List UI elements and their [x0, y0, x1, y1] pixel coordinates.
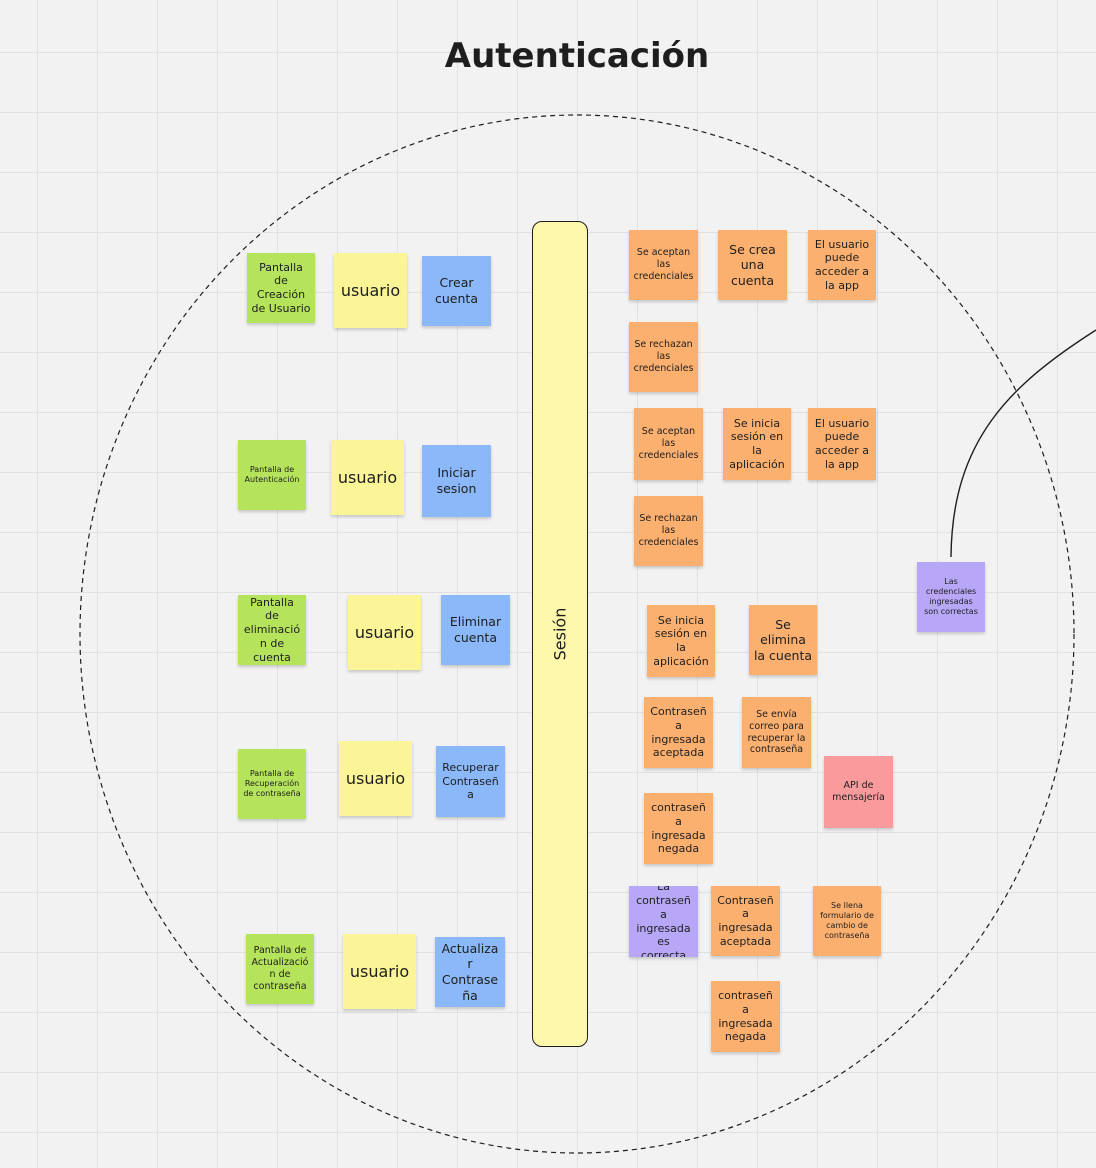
sticky-event-password-denied-1[interactable]: contraseña ingresada negada: [644, 793, 713, 864]
sticky-screen-update-password[interactable]: Pantalla de Actualización de contraseña: [246, 934, 314, 1004]
sticky-event-account-created[interactable]: Se crea una cuenta: [718, 230, 787, 300]
sticky-rule-credentials-correct[interactable]: Las credenciales ingresadas son correcta…: [917, 562, 985, 632]
sticky-event-recovery-email-sent[interactable]: Se envía correo para recuperar la contra…: [742, 697, 811, 768]
sticky-event-account-deleted[interactable]: Se elimina la cuenta: [749, 605, 817, 675]
sticky-user-1[interactable]: usuario: [334, 253, 407, 328]
sticky-event-creds-accepted-2[interactable]: Se aceptan las credenciales: [634, 408, 703, 480]
sticky-user-3[interactable]: usuario: [348, 595, 421, 670]
session-label: Sesión: [550, 607, 570, 661]
sticky-screen-delete-account[interactable]: Pantalla de eliminación de cuenta: [238, 595, 306, 665]
whiteboard-canvas[interactable]: Autenticación Pantalla de Creación de Us…: [0, 0, 1096, 1168]
sticky-event-password-accepted-2[interactable]: Contraseña ingresada aceptada: [711, 886, 780, 956]
sticky-event-session-started-1[interactable]: Se inicia sesión en la aplicación: [723, 408, 791, 480]
sticky-external-messaging-api[interactable]: API de mensajería: [824, 756, 893, 828]
sticky-screen-create-user[interactable]: Pantalla de Creación de Usuario: [247, 253, 315, 323]
sticky-event-password-accepted-1[interactable]: Contraseña ingresada aceptada: [644, 697, 713, 768]
sticky-event-creds-rejected-1[interactable]: Se rechazan las credenciales: [629, 322, 698, 392]
sticky-cmd-update-password[interactable]: Actualizar Contraseña: [435, 937, 505, 1007]
sticky-user-2[interactable]: usuario: [331, 440, 404, 515]
sticky-event-session-started-2[interactable]: Se inicia sesión en la aplicación: [647, 605, 715, 677]
sticky-screen-recover-password[interactable]: Pantalla de Recuperación de contraseña: [238, 749, 306, 819]
sticky-event-creds-rejected-2[interactable]: Se rechazan las credenciales: [634, 496, 703, 566]
sticky-cmd-create-account[interactable]: Crear cuenta: [422, 256, 491, 326]
sticky-event-password-denied-2[interactable]: contraseña ingresada negada: [711, 981, 780, 1052]
session-bounded-context[interactable]: Sesión: [532, 221, 588, 1047]
sticky-cmd-recover-password[interactable]: Recuperar Contraseña: [436, 746, 505, 817]
connector-line: [950, 329, 1096, 558]
sticky-cmd-login[interactable]: Iniciar sesion: [422, 445, 491, 517]
sticky-event-change-form-filled[interactable]: Se llena formulario de cambio de contras…: [813, 886, 881, 956]
sticky-screen-authentication[interactable]: Pantalla de Autenticación: [238, 440, 306, 510]
sticky-event-user-access-2[interactable]: El usuario puede acceder a la app: [808, 408, 876, 480]
sticky-rule-password-correct[interactable]: La contraseña ingresada es correcta: [629, 886, 698, 957]
sticky-event-creds-accepted-1[interactable]: Se aceptan las credenciales: [629, 230, 698, 300]
sticky-cmd-delete-account[interactable]: Eliminar cuenta: [441, 595, 510, 665]
sticky-user-4[interactable]: usuario: [339, 741, 412, 816]
sticky-event-user-access-1[interactable]: El usuario puede acceder a la app: [808, 230, 876, 300]
sticky-user-5[interactable]: usuario: [343, 934, 416, 1009]
